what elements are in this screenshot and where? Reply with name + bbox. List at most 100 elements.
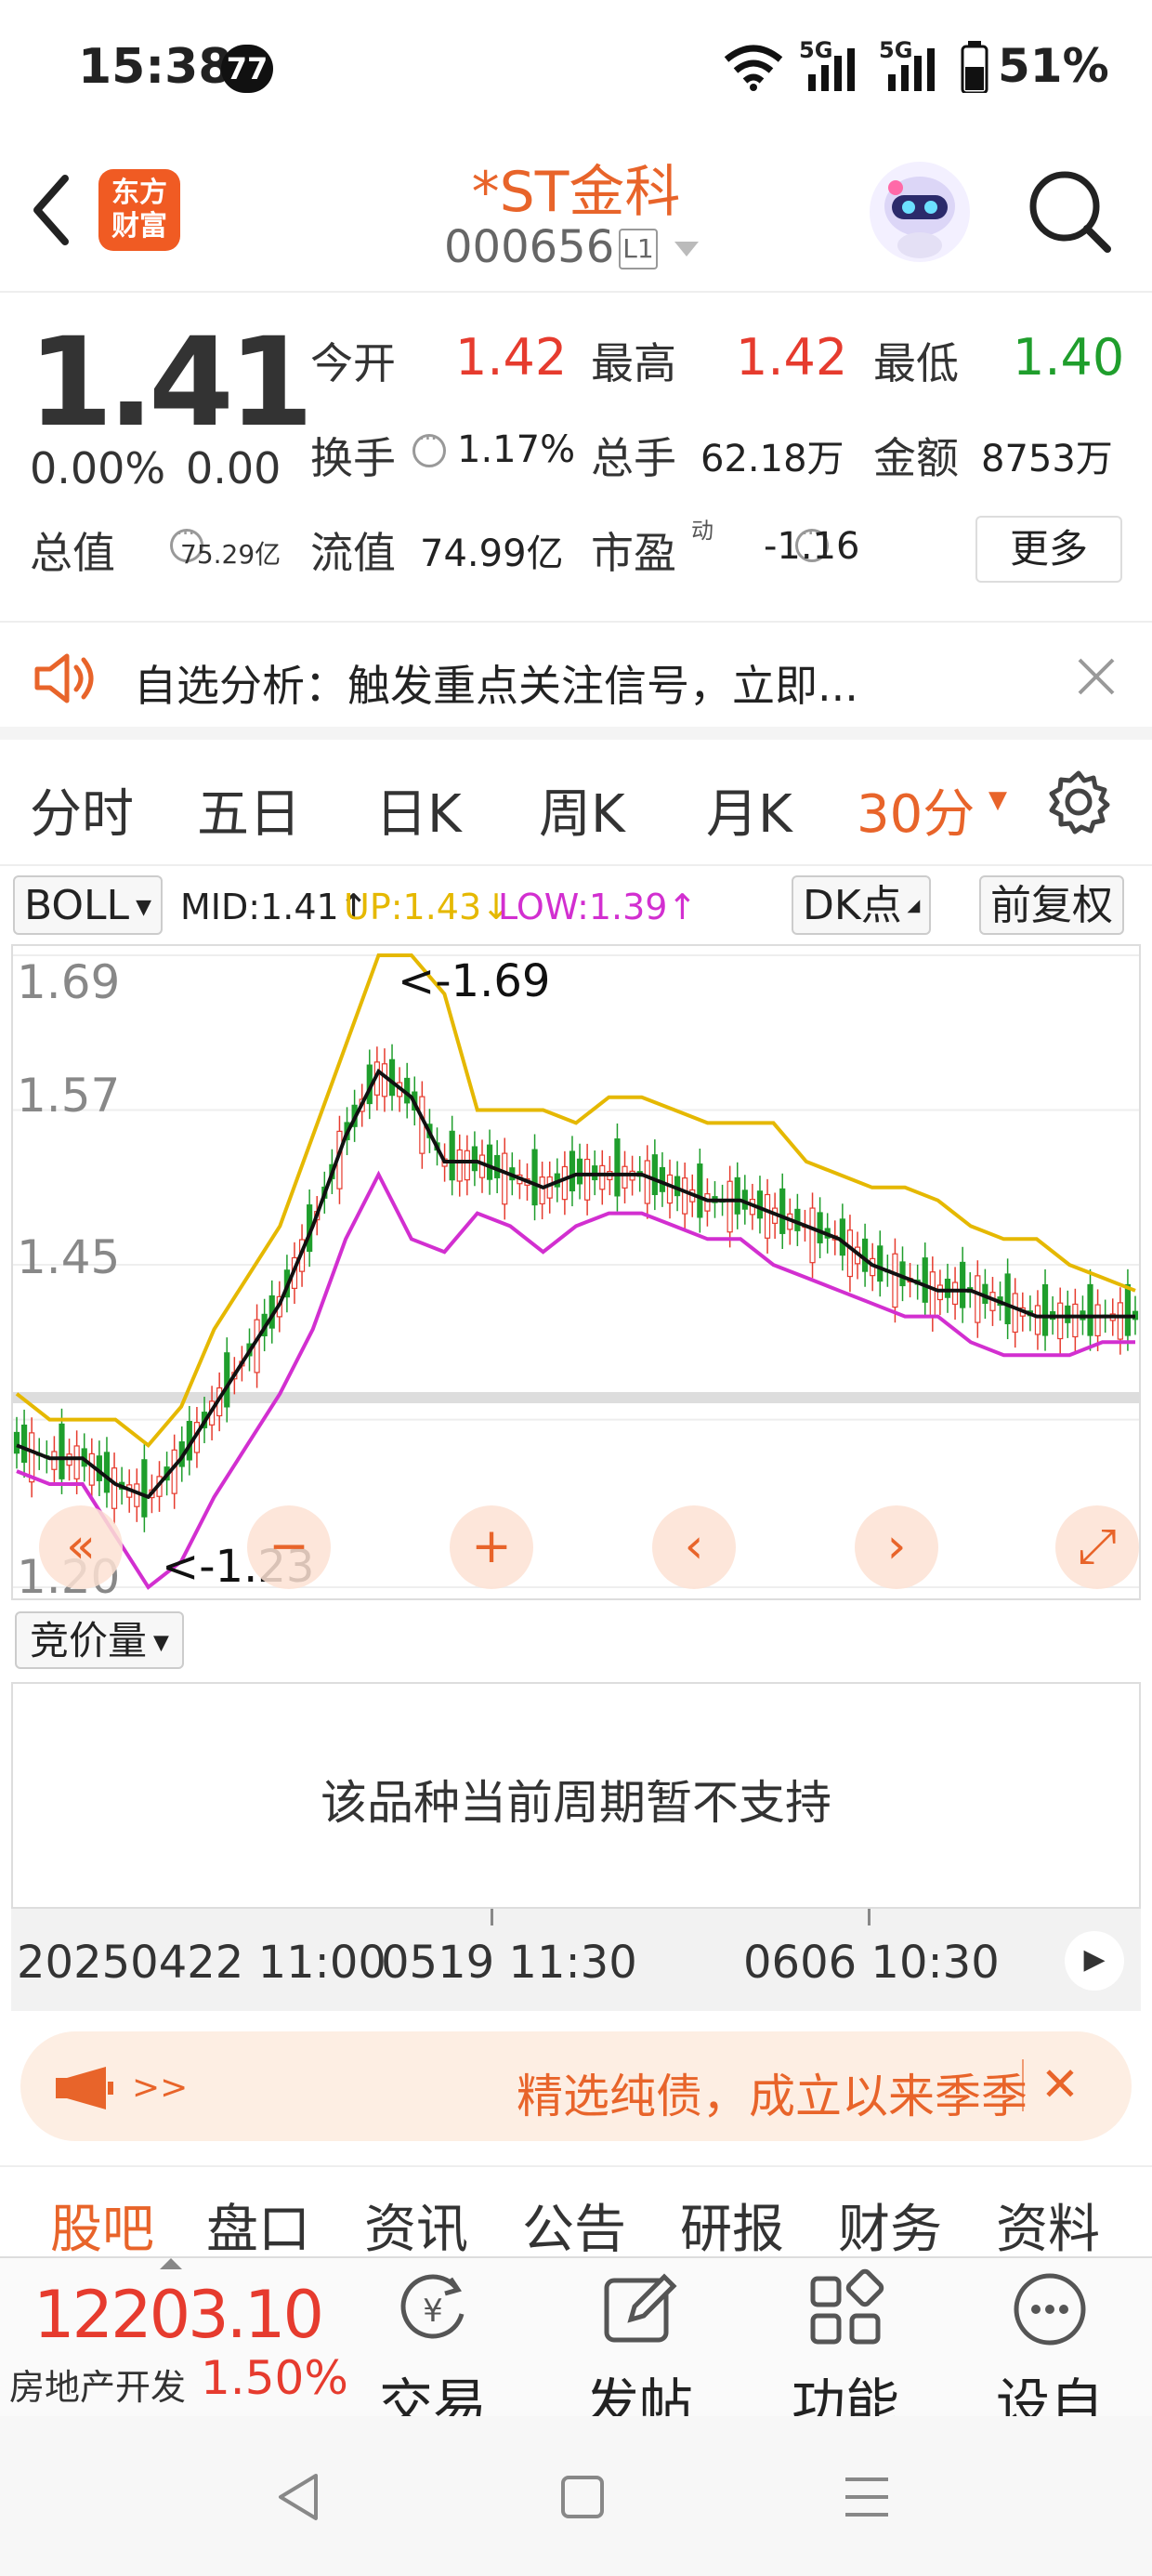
candle-body bbox=[960, 1261, 966, 1308]
candle-body bbox=[73, 1445, 80, 1479]
tab-financials[interactable]: 财务 bbox=[838, 2188, 942, 2263]
zoom-in-button[interactable]: + bbox=[450, 1505, 533, 1589]
trade-button[interactable]: ¥ 交易 bbox=[359, 2267, 507, 2438]
tab-profile[interactable]: 资料 bbox=[996, 2188, 1100, 2263]
boll-selector[interactable]: BOLL ▼ bbox=[13, 875, 163, 935]
tab-order-book[interactable]: 盘口 bbox=[206, 2188, 310, 2263]
candle-body bbox=[922, 1257, 928, 1303]
search-icon[interactable] bbox=[1026, 167, 1115, 256]
kline-chart[interactable]: 1.69 1.57 1.45 1.20 <-1.69 <-1.23 bbox=[11, 944, 1141, 1604]
trade-icon: ¥ bbox=[400, 2274, 465, 2339]
dk-point-button[interactable]: DK点 ◢ bbox=[792, 875, 932, 935]
zoom-out-button[interactable]: − bbox=[247, 1505, 331, 1589]
stock-title: *ST金科 bbox=[471, 160, 681, 225]
candle-body bbox=[1034, 1305, 1041, 1335]
market-cap-label: 总值 bbox=[30, 528, 115, 578]
quote-panel: 1.41 0.00% 0.00 今开 1.42 最高 1.42 最低 1.40 … bbox=[0, 293, 1152, 613]
dropdown-triangle-icon[interactable] bbox=[673, 240, 700, 258]
candle-body bbox=[103, 1452, 111, 1493]
kline-chart-svg bbox=[13, 953, 1139, 1590]
unsupported-message: 该品种当前周期暂不支持 bbox=[321, 1776, 831, 1830]
tab-monthly-k[interactable]: 月K bbox=[706, 772, 792, 848]
candle-body bbox=[134, 1483, 140, 1507]
info-dots-icon[interactable] bbox=[412, 426, 446, 467]
candle-body bbox=[846, 1229, 854, 1278]
sector-name[interactable]: 房地产开发 bbox=[9, 2359, 186, 2410]
candle-body bbox=[1117, 1302, 1123, 1340]
candle-body bbox=[929, 1271, 936, 1317]
sector-index-value[interactable]: 12203.10 bbox=[33, 2277, 324, 2353]
close-icon[interactable]: ✕ bbox=[1041, 2057, 1080, 2111]
step-left-button[interactable]: ‹ bbox=[652, 1505, 736, 1589]
fast-backward-button[interactable]: « bbox=[39, 1505, 123, 1589]
candle-body bbox=[764, 1193, 771, 1239]
tab-research[interactable]: 研报 bbox=[680, 2188, 784, 2263]
candle-body bbox=[817, 1212, 823, 1243]
candle-body bbox=[892, 1253, 898, 1308]
robot-assistant-icon[interactable] bbox=[868, 160, 972, 264]
y-tick-label: 1.69 bbox=[17, 955, 121, 1009]
svg-text:¥: ¥ bbox=[423, 2293, 443, 2330]
candle-body bbox=[622, 1165, 628, 1189]
settings-gear-icon[interactable] bbox=[1046, 769, 1111, 835]
candle-body bbox=[111, 1467, 118, 1509]
candle-body bbox=[794, 1208, 801, 1231]
promo-banner[interactable]: >> 精选纯债，成立以来季季 ✕ bbox=[20, 2031, 1132, 2141]
nav-recents-icon[interactable] bbox=[844, 2476, 890, 2518]
tab-30min-dropdown-icon[interactable]: ▼ bbox=[988, 786, 1007, 814]
volume-value: 62.18万 bbox=[700, 438, 844, 480]
pe-superscript: 动 bbox=[691, 518, 713, 544]
function-button[interactable]: 功能 bbox=[771, 2267, 920, 2438]
turnover-value: 1.17% bbox=[457, 428, 576, 471]
step-right-button[interactable]: › bbox=[855, 1505, 938, 1589]
candle-body bbox=[666, 1174, 674, 1204]
candle-body bbox=[1012, 1293, 1018, 1334]
candle-body bbox=[734, 1176, 740, 1215]
candle-body bbox=[651, 1154, 658, 1196]
market-cap-value: 75.29亿 bbox=[180, 539, 281, 570]
tab-stock-forum[interactable]: 股吧 bbox=[50, 2188, 154, 2263]
candle-body bbox=[697, 1163, 703, 1218]
open-value: 1.42 bbox=[455, 328, 568, 387]
nav-back-icon[interactable] bbox=[275, 2472, 321, 2522]
volume-panel: 该品种当前周期暂不支持 bbox=[11, 1682, 1141, 1909]
fullscreen-button[interactable]: ⤢ bbox=[1055, 1505, 1139, 1589]
adjust-price-button[interactable]: 前复权 bbox=[979, 875, 1124, 935]
scroll-right-icon[interactable]: ▶ bbox=[1065, 1931, 1124, 1991]
notice-bar[interactable]: 自选分析：触发重点关注信号，立即... bbox=[0, 621, 1152, 740]
volume-indicator-selector[interactable]: 竞价量 ▼ bbox=[15, 1611, 184, 1669]
max-price-label: <-1.69 bbox=[398, 955, 551, 1007]
candle-body bbox=[494, 1154, 501, 1178]
tab-news[interactable]: 资讯 bbox=[364, 2188, 468, 2263]
tab-daily-k[interactable]: 日K bbox=[375, 772, 462, 848]
close-icon[interactable] bbox=[1076, 656, 1117, 697]
candle-body bbox=[388, 1058, 396, 1097]
tab-five-day[interactable]: 五日 bbox=[197, 772, 301, 848]
status-time: 15:38 bbox=[78, 39, 232, 95]
candle-body bbox=[727, 1180, 733, 1233]
battery-percent: 51% bbox=[998, 39, 1109, 93]
sector-change[interactable]: 1.50% bbox=[201, 2351, 348, 2405]
period-tabs: 分时 五日 日K 周K 月K 30分 ▼ bbox=[0, 740, 1152, 866]
time-label-start: 20250422 11:00 bbox=[17, 1937, 386, 1989]
tab-30min[interactable]: 30分 bbox=[857, 772, 975, 848]
pe-value: -1.16 bbox=[764, 525, 860, 568]
edit-icon bbox=[604, 2273, 677, 2343]
level-badge: L1 bbox=[619, 229, 658, 269]
signal-bars-icon-1 bbox=[808, 48, 855, 91]
post-button[interactable]: 发帖 bbox=[565, 2267, 713, 2438]
tab-announcements[interactable]: 公告 bbox=[522, 2188, 626, 2263]
high-label: 最高 bbox=[591, 338, 676, 388]
candle-body bbox=[599, 1164, 606, 1190]
nav-home-icon[interactable] bbox=[559, 2474, 606, 2520]
candle-body bbox=[464, 1150, 470, 1181]
boll-low-value: LOW:1.39↑ bbox=[498, 887, 698, 927]
promo-text: 精选纯债，成立以来季季 bbox=[517, 2070, 1028, 2123]
tab-weekly-k[interactable]: 周K bbox=[539, 772, 625, 848]
candle-body bbox=[51, 1451, 58, 1470]
turnover-label: 换手 bbox=[310, 433, 396, 483]
more-button[interactable]: 更多 bbox=[975, 516, 1122, 583]
candle-body bbox=[449, 1130, 455, 1181]
tab-intraday[interactable]: 分时 bbox=[30, 772, 134, 848]
time-label-mid: 0519 11:30 bbox=[381, 1937, 637, 1989]
